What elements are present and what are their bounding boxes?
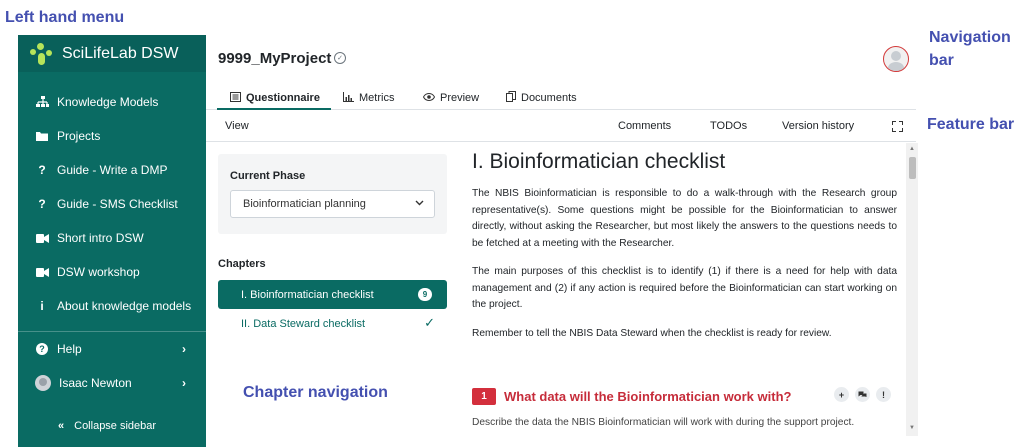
annotation-navigation-bar: Navigation bar (929, 29, 1011, 69)
chapter-text: The NBIS Bioinformatician is responsible… (472, 188, 897, 249)
question-icon: ? (38, 163, 46, 177)
chart-icon (343, 91, 354, 105)
tab-documents[interactable]: Documents (506, 90, 577, 106)
tab-preview[interactable]: Preview (422, 90, 480, 106)
sidebar-item-label: About knowledge models (57, 299, 192, 313)
sidebar-item-short-intro[interactable]: Short intro DSW (18, 221, 206, 255)
sidebar-item-label: Guide - SMS Checklist (57, 197, 178, 211)
chapter-label: II. Data Steward checklist (241, 317, 366, 330)
chevron-right-icon: › (182, 376, 186, 390)
sidebar-item-label: DSW workshop (57, 265, 140, 279)
phase-select[interactable]: Bioinformatician planning (230, 190, 435, 218)
sidebar-item-about-km[interactable]: i About knowledge models (18, 289, 206, 323)
chapter-title: I. Bioinformatician checklist (472, 150, 726, 173)
content-scrollbar[interactable]: ▲ ▼ (906, 143, 918, 436)
sidebar-item-label: Projects (57, 129, 101, 143)
check-icon: ✓ (424, 315, 435, 330)
phase-label: Current Phase (230, 170, 306, 182)
sidebar-item-label: Help (57, 342, 82, 356)
check-circle-icon: ✓ (334, 52, 346, 64)
todos-button[interactable]: TODOs (710, 120, 747, 132)
page-title: 9999_MyProject (218, 50, 332, 67)
annotation-feature-bar: Feature bar (927, 116, 1015, 133)
left-sidebar: SciLifeLab DSW Knowledge Models Projects… (18, 35, 206, 447)
scroll-thumb[interactable] (909, 157, 916, 179)
tab-metrics[interactable]: Metrics (343, 90, 394, 106)
video-icon (35, 265, 49, 279)
copy-icon (506, 91, 516, 105)
sidebar-item-label: Knowledge Models (57, 95, 159, 109)
scroll-down-icon[interactable]: ▼ (909, 425, 915, 431)
sidebar-item-help[interactable]: ? Help › (18, 332, 206, 366)
exclamation-icon[interactable]: ! (876, 387, 891, 402)
comments-icon[interactable] (855, 387, 870, 402)
phase-selected-value: Bioinformatician planning (243, 198, 366, 210)
tab-bar: Questionnaire Metrics Preview Documents (206, 85, 916, 110)
sidebar-footer: ? Help › Isaac Newton › (18, 331, 206, 400)
chapter-label: I. Bioinformatician checklist (241, 288, 374, 301)
double-chevron-left-icon: « (58, 420, 65, 432)
annotation-left-menu: Left hand menu (5, 9, 125, 26)
chapters-heading: Chapters (218, 258, 266, 270)
sidebar-item-label: Guide - Write a DMP (57, 163, 168, 177)
chevron-right-icon: › (182, 342, 186, 356)
scilifelab-logo-icon (28, 41, 56, 67)
chevron-down-icon (415, 197, 424, 209)
phase-card: Current Phase Bioinformatician planning (218, 154, 447, 234)
tab-label: Preview (440, 92, 480, 104)
question-icon: ? (38, 197, 46, 211)
fullscreen-icon[interactable] (892, 121, 903, 132)
sidebar-item-profile[interactable]: Isaac Newton › (18, 366, 206, 400)
tab-label: Metrics (359, 92, 395, 104)
sidebar-menu: Knowledge Models Projects ? Guide - Writ… (18, 85, 206, 323)
feature-bar: View Comments TODOs Version history (206, 110, 916, 142)
unanswered-count-badge: 9 (418, 288, 432, 301)
scroll-up-icon[interactable]: ▲ (909, 146, 915, 152)
question-circle-icon: ? (35, 342, 49, 356)
folder-icon (35, 129, 49, 143)
comments-button[interactable]: Comments (618, 120, 671, 132)
sidebar-item-guide-sms[interactable]: ? Guide - SMS Checklist (18, 187, 206, 221)
user-name: Isaac Newton (59, 376, 132, 390)
chapter-content: I. Bioinformatician checklist The NBIS B… (472, 150, 897, 354)
sidebar-item-knowledge-models[interactable]: Knowledge Models (18, 85, 206, 119)
chapter-text: Remember to tell the NBIS Data Steward w… (472, 327, 832, 339)
tab-label: Documents (521, 92, 577, 104)
sitemap-icon (35, 95, 49, 109)
question-header: 1 What data will the Bioinformatician wo… (472, 386, 897, 406)
chapter-item-bioinformatician[interactable]: I. Bioinformatician checklist 9 (218, 280, 447, 309)
view-menu[interactable]: View (225, 120, 249, 132)
brand-name: SciLifeLab DSW (62, 44, 179, 62)
question-description: Describe the data the NBIS Bioinformatic… (472, 417, 855, 428)
info-icon: i (40, 299, 44, 313)
eye-icon (422, 92, 436, 104)
svg-text:?: ? (39, 344, 45, 354)
annotation-chapter-navigation: Chapter navigation (243, 384, 388, 401)
list-icon (230, 91, 241, 105)
version-history-button[interactable]: Version history (782, 120, 854, 132)
chapter-item-data-steward[interactable]: II. Data Steward checklist ✓ (218, 309, 447, 338)
add-icon[interactable]: + (834, 387, 849, 402)
question-number: 1 (472, 387, 496, 405)
avatar (35, 375, 51, 391)
tab-questionnaire[interactable]: Questionnaire (230, 90, 320, 106)
navigation-bar: 9999_MyProject ✓ (206, 35, 916, 85)
tab-label: Questionnaire (246, 92, 320, 104)
collapse-sidebar-button[interactable]: « Collapse sidebar (18, 411, 206, 441)
sidebar-item-guide-dmp[interactable]: ? Guide - Write a DMP (18, 153, 206, 187)
video-icon (35, 231, 49, 245)
sidebar-item-dsw-workshop[interactable]: DSW workshop (18, 255, 206, 289)
user-avatar[interactable] (883, 46, 909, 72)
chapter-text: The main purposes of this checklist is t… (472, 266, 897, 310)
brand-logo[interactable]: SciLifeLab DSW (18, 35, 206, 72)
sidebar-item-projects[interactable]: Projects (18, 119, 206, 153)
collapse-label: Collapse sidebar (74, 420, 157, 432)
question-title: What data will the Bioinformatician work… (504, 388, 792, 404)
question-actions: + ! (834, 387, 891, 402)
sidebar-item-label: Short intro DSW (57, 231, 144, 245)
